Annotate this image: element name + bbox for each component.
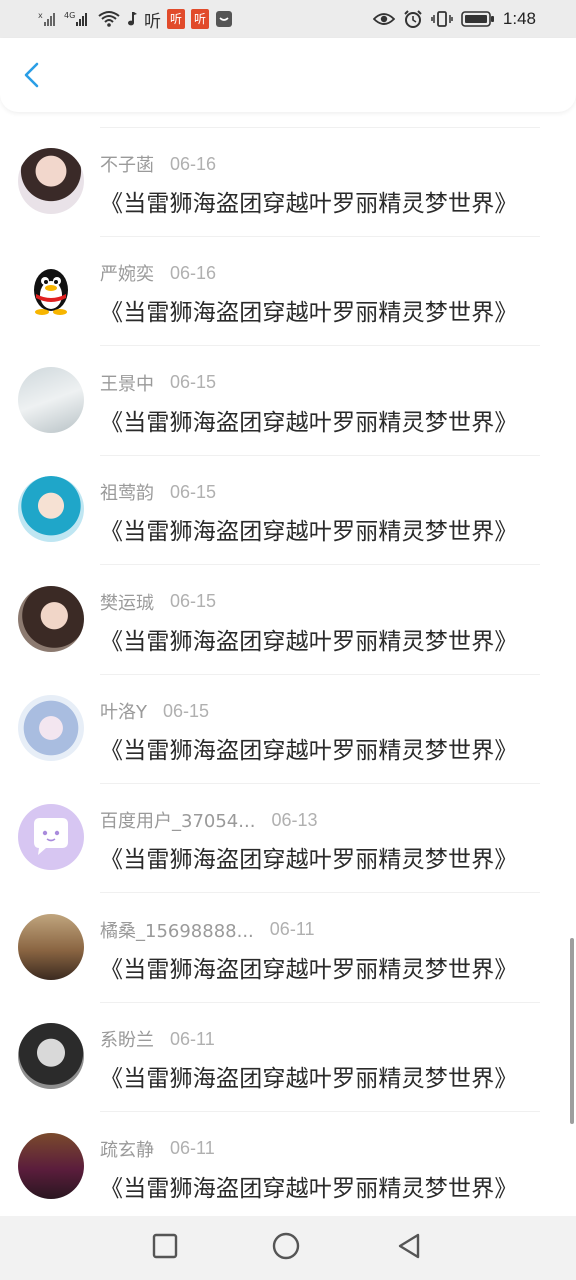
comment-date: 06-15 [170,481,217,502]
comment-title[interactable]: 《当雷狮海盗团穿越叶罗丽精灵梦世界》 [100,184,518,218]
username[interactable]: 王景中 [100,370,154,396]
username[interactable]: 叶洛Y [100,698,147,724]
comment-title[interactable]: 《当雷狮海盗团穿越叶罗丽精灵梦世界》 [100,293,518,327]
recent-apps-icon [152,1233,178,1263]
comment-date: 06-11 [170,1138,215,1159]
avatar[interactable] [18,366,84,433]
list-item[interactable]: 王景中 06-15 《当雷狮海盗团穿越叶罗丽精灵梦世界》 [0,347,576,456]
comment-date: 06-16 [170,262,217,283]
comment-meta: 樊运珹 06-15 [100,590,216,614]
clock-time: 1:48 [502,9,536,28]
home-button[interactable] [271,1231,301,1265]
comment-meta: 祖莺韵 06-15 [100,479,217,505]
recent-apps-button[interactable] [151,1233,179,1263]
list-item[interactable]: 系盼兰 06-11 《当雷狮海盗团穿越叶罗丽精灵梦世界》 [0,1003,576,1113]
ting-notification-badge: 听 [167,9,186,29]
system-nav-bar [0,1216,576,1280]
comment-meta: 百度用户_37054... 06-13 [100,807,318,833]
wifi-icon [98,9,120,29]
comment-title[interactable]: 《当雷狮海盗团穿越叶罗丽精灵梦世界》 [100,840,518,874]
comment-meta: 王景中 06-15 [100,371,216,395]
eye-icon [372,9,395,29]
comment-title[interactable]: 《当雷狮海盗团穿越叶罗丽精灵梦世界》 [100,512,518,546]
list-item[interactable]: 祖莺韵 06-15 《当雷狮海盗团穿越叶罗丽精灵梦世界》 [0,456,576,566]
svg-text:x: x [38,11,43,20]
battery-icon [461,9,495,29]
list-item[interactable]: 疏玄静 06-11 《当雷狮海盗团穿越叶罗丽精灵梦世界》 [0,1113,576,1221]
comment-meta: 严婉奕 06-16 [100,260,217,286]
comment-meta: 系盼兰 06-11 [100,1026,215,1052]
list-item[interactable]: 百度用户_37054... 06-13 《当雷狮海盗团穿越叶罗丽精灵梦世界》 [0,784,576,894]
comment-meta: 疏玄静 06-11 [100,1137,215,1161]
qq-penguin-icon [34,269,68,316]
signal-4g-icon: 4G [64,9,92,29]
comment-meta: 不子菡 06-16 [100,151,217,177]
comment-date: 06-16 [170,153,217,174]
comment-title[interactable]: 《当雷狮海盗团穿越叶罗丽精灵梦世界》 [100,731,518,765]
comment-date: 06-11 [269,919,315,940]
scrollbar[interactable] [570,938,574,1124]
chat-bubble-icon [34,818,68,856]
alarm-icon [403,9,423,29]
avatar[interactable] [18,913,84,980]
list-item[interactable]: 叶洛Y 06-15 《当雷狮海盗团穿越叶罗丽精灵梦世界》 [0,675,576,784]
comment-title[interactable]: 《当雷狮海盗团穿越叶罗丽精灵梦世界》 [100,622,518,656]
comment-meta: 叶洛Y 06-15 [100,698,210,724]
username[interactable]: 橘桑_15698888... [100,917,254,943]
back-button[interactable] [18,60,48,90]
comment-date: 06-15 [170,372,217,393]
comment-meta: 橘桑_15698888... 06-11 [100,918,315,942]
back-triangle-icon [395,1232,423,1264]
username[interactable]: 祖莺韵 [100,479,154,505]
comment-title[interactable]: 《当雷狮海盗团穿越叶罗丽精灵梦世界》 [100,403,518,437]
avatar[interactable] [18,695,84,761]
avatar[interactable] [18,804,84,871]
chevron-left-icon [18,62,48,94]
avatar[interactable] [18,585,84,652]
list-item[interactable]: 樊运珹 06-15 《当雷狮海盗团穿越叶罗丽精灵梦世界》 [0,566,576,675]
list-item[interactable]: 严婉奕 06-16 《当雷狮海盗团穿越叶罗丽精灵梦世界》 [0,237,576,347]
vibrate-icon [431,9,453,29]
avatar[interactable] [18,1132,84,1199]
top-app-bar [0,38,576,112]
comment-date: 06-13 [271,809,318,830]
home-icon [271,1231,301,1265]
svg-text:4G: 4G [64,11,75,20]
ting-app-icon: 听 [144,11,161,32]
comment-date: 06-15 [170,591,217,612]
message-icon [215,9,233,29]
avatar[interactable] [18,148,84,214]
username[interactable]: 不子菡 [100,151,154,177]
avatar[interactable] [18,257,84,324]
list-item[interactable]: 橘桑_15698888... 06-11 《当雷狮海盗团穿越叶罗丽精灵梦世界》 [0,894,576,1003]
comment-date: 06-11 [170,1028,215,1049]
music-note-icon [126,9,138,29]
avatar[interactable] [18,1023,84,1090]
comment-title[interactable]: 《当雷狮海盗团穿越叶罗丽精灵梦世界》 [100,1169,518,1203]
username[interactable]: 樊运珹 [100,589,154,615]
comment-date: 06-15 [163,700,210,721]
back-nav-button[interactable] [395,1232,423,1264]
comment-title[interactable]: 《当雷狮海盗团穿越叶罗丽精灵梦世界》 [100,1059,518,1093]
list-item[interactable]: 不子菡 06-16 《当雷狮海盗团穿越叶罗丽精灵梦世界》 [0,128,576,237]
username[interactable]: 严婉奕 [100,260,154,286]
comment-title[interactable]: 《当雷狮海盗团穿越叶罗丽精灵梦世界》 [100,950,518,984]
ting-notification-badge-2: 听 [191,9,210,29]
username[interactable]: 百度用户_37054... [100,807,255,833]
username[interactable]: 系盼兰 [100,1026,154,1052]
avatar[interactable] [18,476,84,543]
username[interactable]: 疏玄静 [100,1136,154,1162]
status-bar: x 4G 听 听 听 1:48 [0,0,576,38]
signal-off-icon: x [38,9,58,29]
